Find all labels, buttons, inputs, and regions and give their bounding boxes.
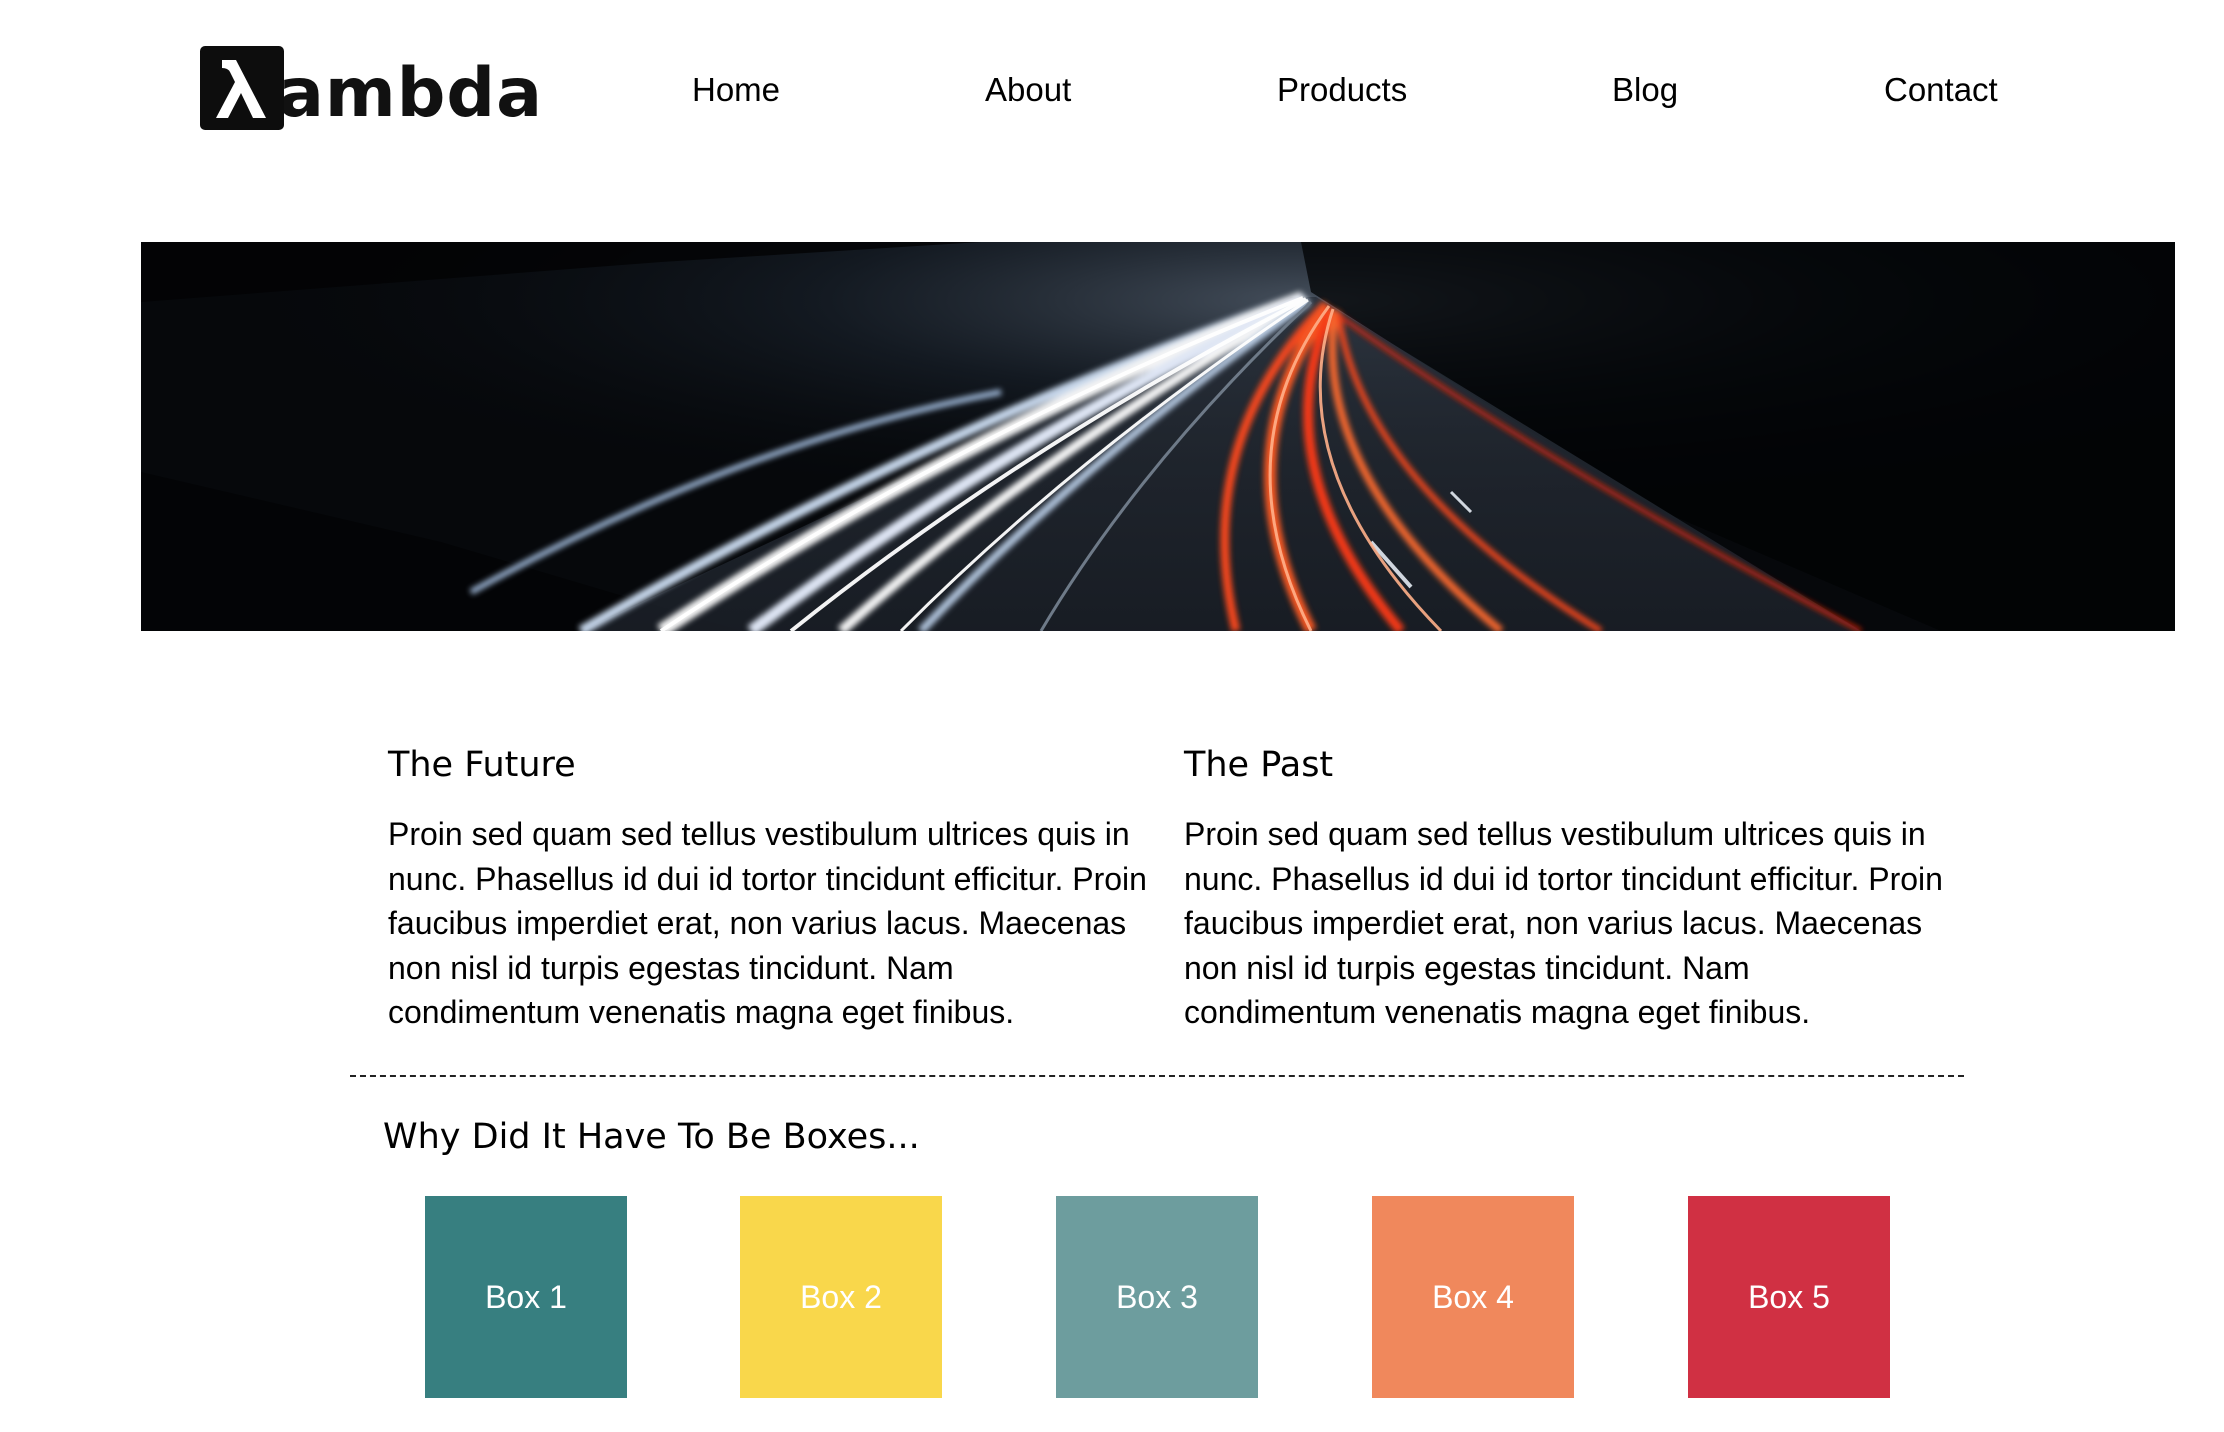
past-title: The Past (1184, 745, 1334, 785)
boxes-title: Why Did It Have To Be Boxes... (383, 1117, 920, 1157)
page: ambda Home About Products Blog Contact T… (0, 0, 2224, 1432)
future-title: The Future (388, 745, 576, 785)
main-nav: Home About Products Blog Contact (0, 62, 2224, 118)
nav-blog[interactable]: Blog (1612, 62, 1678, 118)
box-5-label: Box 5 (1748, 1278, 1830, 1315)
nav-home[interactable]: Home (692, 62, 780, 118)
box-3-label: Box 3 (1116, 1278, 1198, 1315)
nav-contact[interactable]: Contact (1884, 62, 1998, 118)
future-section: The Future Proin sed quam sed tellus ves… (388, 740, 1148, 1035)
past-body: Proin sed quam sed tellus vestibulum ult… (1184, 816, 1943, 1030)
lambda-icon (200, 46, 284, 130)
nav-products[interactable]: Products (1277, 62, 1407, 118)
hero-image (141, 242, 2175, 631)
nav-about[interactable]: About (985, 62, 1071, 118)
box-4-label: Box 4 (1432, 1278, 1514, 1315)
box-4[interactable]: Box 4 (1372, 1196, 1574, 1398)
past-section: The Past Proin sed quam sed tellus vesti… (1184, 740, 1944, 1035)
dashed-divider (350, 1075, 1964, 1077)
box-5[interactable]: Box 5 (1688, 1196, 1890, 1398)
box-2[interactable]: Box 2 (740, 1196, 942, 1398)
box-3[interactable]: Box 3 (1056, 1196, 1258, 1398)
box-1-label: Box 1 (485, 1278, 567, 1315)
box-2-label: Box 2 (800, 1278, 882, 1315)
box-1[interactable]: Box 1 (425, 1196, 627, 1398)
future-body: Proin sed quam sed tellus vestibulum ult… (388, 816, 1147, 1030)
